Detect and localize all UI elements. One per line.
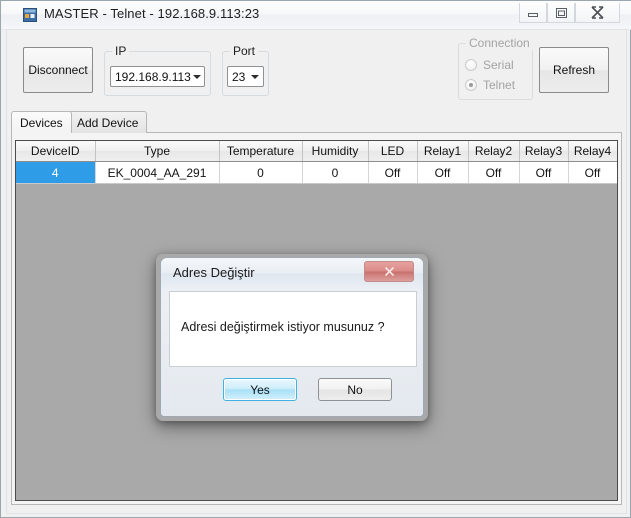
application-window: MASTER - Telnet - 192.168.9.113:23 Disco… xyxy=(0,0,631,518)
cell-type[interactable]: EK_0004_AA_291 xyxy=(95,161,220,184)
port-group-label: Port xyxy=(230,44,259,58)
window-title: MASTER - Telnet - 192.168.9.113:23 xyxy=(44,6,260,21)
cell-relay3[interactable]: Off xyxy=(519,161,569,184)
column-header-relay2[interactable]: Relay2 xyxy=(468,141,520,162)
cell-temperature[interactable]: 0 xyxy=(219,161,303,184)
chevron-down-icon[interactable] xyxy=(246,67,263,86)
cell-relay4[interactable]: Off xyxy=(568,161,617,184)
cell-humidity[interactable]: 0 xyxy=(302,161,369,184)
devices-table: DeviceID Type Temperature Humidity LED R… xyxy=(16,141,617,184)
cell-relay1[interactable]: Off xyxy=(417,161,469,184)
dialog-yes-label: Yes xyxy=(250,382,270,397)
radio-unchecked-icon xyxy=(465,59,477,71)
close-icon xyxy=(591,6,604,19)
tab-devices-label: Devices xyxy=(20,115,63,130)
dialog-no-label: No xyxy=(347,382,363,397)
disconnect-button[interactable]: Disconnect xyxy=(23,47,93,93)
address-change-dialog: Adres Değiştir Adresi değiştirmek istiyo… xyxy=(160,257,424,417)
refresh-button-label: Refresh xyxy=(552,63,596,77)
cell-relay2[interactable]: Off xyxy=(468,161,520,184)
radio-serial-label: Serial xyxy=(483,58,514,72)
dialog-content-area: Adresi değiştirmek istiyor musunuz ? xyxy=(169,291,417,367)
chevron-down-icon[interactable] xyxy=(191,67,204,86)
column-header-relay3[interactable]: Relay3 xyxy=(519,141,569,162)
column-header-led[interactable]: LED xyxy=(368,141,418,162)
maximize-icon xyxy=(555,7,567,18)
column-header-deviceid[interactable]: DeviceID xyxy=(16,141,96,162)
column-header-temperature[interactable]: Temperature xyxy=(219,141,303,162)
dialog-yes-button[interactable]: Yes xyxy=(223,378,297,401)
refresh-button[interactable]: Refresh xyxy=(539,47,609,93)
ip-group-label: IP xyxy=(112,44,130,58)
dialog-close-button[interactable] xyxy=(364,261,414,282)
table-header-row: DeviceID Type Temperature Humidity LED R… xyxy=(16,141,617,162)
radio-telnet[interactable]: Telnet xyxy=(465,78,515,92)
column-header-relay4[interactable]: Relay4 xyxy=(568,141,617,162)
port-combobox[interactable]: 23 xyxy=(227,66,264,87)
column-header-type[interactable]: Type xyxy=(95,141,220,162)
table-row[interactable]: 4 EK_0004_AA_291 0 0 Off Off Off Off Off xyxy=(16,161,617,184)
port-combobox-value: 23 xyxy=(232,69,246,84)
connection-group-label: Connection xyxy=(466,36,533,50)
tabstrip: Devices Add Device xyxy=(11,111,622,133)
cell-deviceid[interactable]: 4 xyxy=(16,161,96,184)
tab-add-device[interactable]: Add Device xyxy=(68,111,148,133)
radio-serial[interactable]: Serial xyxy=(465,58,514,72)
tab-add-device-label: Add Device xyxy=(77,115,139,130)
radio-checked-icon xyxy=(465,79,477,91)
tab-devices[interactable]: Devices xyxy=(11,111,72,133)
disconnect-button-label: Disconnect xyxy=(28,63,88,77)
dialog-title: Adres Değiştir xyxy=(173,265,255,280)
ip-combobox-value: 192.168.9.113 xyxy=(115,69,191,84)
maximize-button[interactable] xyxy=(547,3,575,23)
app-icon xyxy=(23,8,37,22)
close-button[interactable] xyxy=(575,3,620,23)
window-titlebar[interactable]: MASTER - Telnet - 192.168.9.113:23 xyxy=(1,1,631,30)
minimize-button[interactable] xyxy=(519,3,547,23)
column-header-relay1[interactable]: Relay1 xyxy=(417,141,469,162)
dialog-no-button[interactable]: No xyxy=(318,378,392,401)
dialog-message: Adresi değiştirmek istiyor musunuz ? xyxy=(181,320,385,334)
close-icon xyxy=(384,266,394,277)
cell-led[interactable]: Off xyxy=(368,161,418,184)
ip-combobox[interactable]: 192.168.9.113 xyxy=(110,66,205,87)
radio-telnet-label: Telnet xyxy=(483,78,516,92)
dialog-titlebar[interactable]: Adres Değiştir xyxy=(161,258,423,289)
minimize-icon xyxy=(528,12,538,17)
column-header-humidity[interactable]: Humidity xyxy=(302,141,369,162)
